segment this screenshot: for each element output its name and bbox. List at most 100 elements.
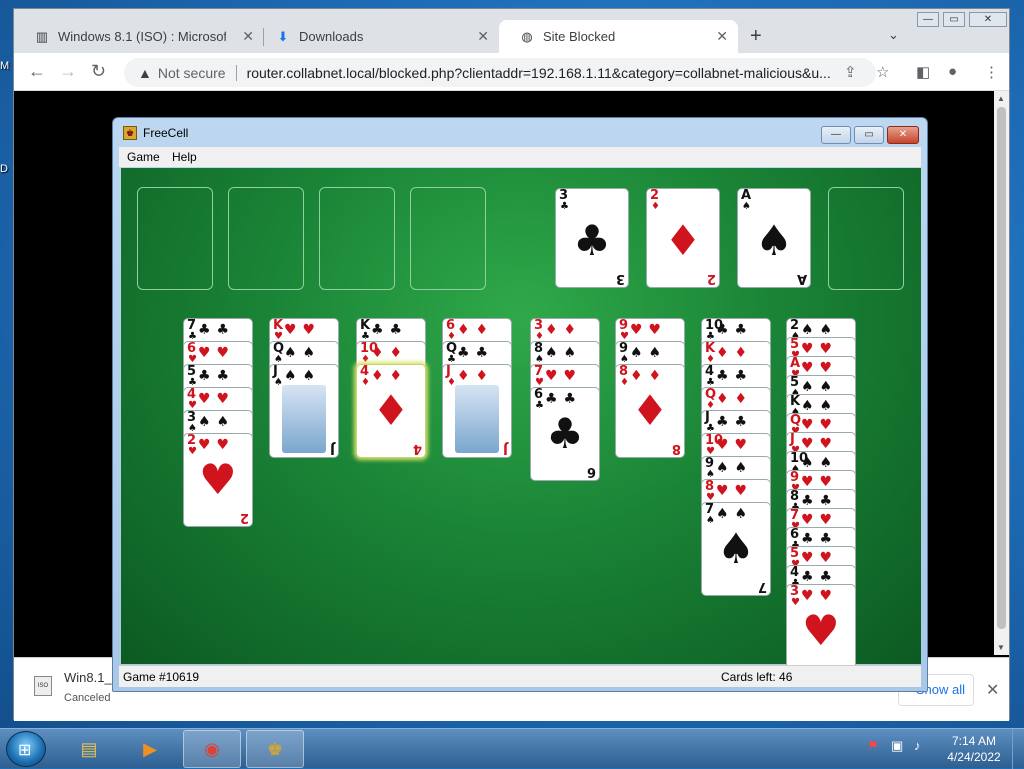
- forward-arrow-icon[interactable]: →: [59, 61, 77, 82]
- card-center-suit-icon: ♣: [573, 216, 611, 265]
- share-icon[interactable]: ⇪: [844, 63, 857, 81]
- close-icon[interactable]: ✕: [716, 28, 728, 45]
- card-center-suit-icon: ♥: [802, 606, 840, 655]
- bookmark-star-icon[interactable]: ☆: [876, 63, 889, 81]
- tab-title: Windows 8.1 (ISO) : Microsoft : Fr: [58, 29, 226, 44]
- close-icon[interactable]: ✕: [242, 28, 254, 45]
- warning-icon: ▲: [138, 64, 152, 81]
- card-center-suit-icon: ♣: [546, 409, 584, 458]
- menu-bar: Game Help: [119, 147, 921, 167]
- explorer-taskbar-button[interactable]: ▤: [60, 730, 118, 768]
- foundation-card[interactable]: 3 ♣ ♣ 3: [555, 188, 629, 288]
- close-icon[interactable]: ✕: [986, 680, 999, 700]
- minimize-button[interactable]: —: [821, 126, 851, 144]
- tab-downloads[interactable]: ⬇ Downloads ✕: [255, 20, 499, 53]
- card-rank-bottom: A: [796, 271, 807, 286]
- foundation-card[interactable]: A ♠ ♠ A: [737, 188, 811, 288]
- tab-strip: ▥ Windows 8.1 (ISO) : Microsoft : Fr ✕ ⬇…: [14, 9, 1009, 53]
- network-icon[interactable]: ▣: [891, 738, 903, 754]
- page-scrollbar[interactable]: ▲ ▼: [994, 91, 1009, 655]
- back-arrow-icon[interactable]: ←: [28, 61, 46, 82]
- tab-site-blocked[interactable]: ◍ Site Blocked ✕: [499, 20, 738, 53]
- playing-card[interactable]: 3♥♥♥♥3: [786, 584, 856, 678]
- playing-card[interactable]: 8 ♦ ♦♦ ♦ 8: [615, 364, 685, 458]
- url-text[interactable]: router.collabnet.local/blocked.php?clien…: [247, 65, 837, 81]
- close-button[interactable]: ✕: [887, 126, 919, 144]
- minimize-button[interactable]: —: [917, 12, 939, 27]
- scroll-up-icon[interactable]: ▲: [997, 94, 1005, 103]
- card-pips: ♣♣: [371, 322, 409, 338]
- menu-dots-icon[interactable]: ⋮: [984, 63, 999, 81]
- profile-avatar-icon[interactable]: ●: [948, 63, 957, 80]
- card-pips: ♦♦: [716, 391, 754, 407]
- card-suit-icon: ♠: [742, 201, 751, 212]
- network-error-icon[interactable]: ⚑: [867, 738, 879, 754]
- card-pips: ♥♥: [716, 483, 754, 499]
- media-player-taskbar-button[interactable]: ▶: [121, 730, 179, 768]
- freecell-taskbar-button[interactable]: ♚: [246, 730, 304, 768]
- maximize-button[interactable]: ▭: [943, 12, 965, 27]
- tab-search-chevron-icon[interactable]: ⌄: [888, 27, 899, 43]
- card-suit-icon: ♥: [188, 446, 197, 457]
- tab-windows-iso[interactable]: ▥ Windows 8.1 (ISO) : Microsoft : Fr ✕: [14, 20, 264, 53]
- card-pips: ♥♥: [284, 322, 322, 338]
- status-bar: Game #10619 Cards left: 46: [119, 665, 921, 687]
- card-rank-bottom: 2: [239, 510, 249, 525]
- card-rank-bottom: J: [503, 441, 508, 456]
- card-center-suit-icon: ♦: [664, 216, 702, 265]
- card-pips: ♠♠: [801, 398, 839, 414]
- free-cell[interactable]: [228, 187, 304, 290]
- foundation-card[interactable]: 2 ♦ ♦ 2: [646, 188, 720, 288]
- playing-card[interactable]: 7 ♠ ♠♠ ♠ 7: [701, 502, 771, 596]
- tab-title: Site Blocked: [543, 29, 616, 44]
- card-pips: ♠♠: [801, 379, 839, 395]
- card-rank-bottom: 3: [615, 271, 625, 286]
- close-window-button[interactable]: ✕: [969, 12, 1007, 27]
- close-icon[interactable]: ✕: [477, 28, 489, 45]
- address-bar[interactable]: ▲ Not secure router.collabnet.local/bloc…: [124, 58, 876, 87]
- playing-card[interactable]: J ♠ ♠♠ J: [269, 364, 339, 458]
- free-cell[interactable]: [410, 187, 486, 290]
- start-button[interactable]: ⊞: [6, 731, 46, 767]
- card-pips: ♣♣: [716, 414, 754, 430]
- scroll-down-icon[interactable]: ▼: [997, 643, 1005, 652]
- playing-card[interactable]: 6 ♣ ♣♣ ♣ 6: [530, 387, 600, 481]
- chrome-taskbar-button[interactable]: ◉: [183, 730, 241, 768]
- card-suit-icon: ♦: [361, 377, 370, 388]
- menu-help[interactable]: Help: [172, 150, 197, 164]
- free-cell[interactable]: [319, 187, 395, 290]
- card-pips: ♠♠: [545, 345, 583, 361]
- card-pips: ♠♠: [801, 322, 839, 338]
- playing-card[interactable]: J ♦ ♦♦ J: [442, 364, 512, 458]
- windows-logo-icon: ⊞: [18, 742, 32, 759]
- free-cell[interactable]: [137, 187, 213, 290]
- folder-icon: ▤: [80, 738, 98, 759]
- game-table: 3 ♣ ♣ 3 2 ♦ ♦ 2 A ♠ ♠ A 7 ♣ ♣♣ 6 ♥ ♥♥ 5 ♣ ♣♣ 4 ♥ ♥♥ 3 ♠ ♠♠ 2 ♥ ♥♥ ♥ 2 K ♥…: [121, 168, 921, 678]
- download-icon: ⬇: [277, 28, 289, 44]
- archive-icon: ▥: [35, 28, 49, 44]
- new-tab-button[interactable]: +: [750, 25, 762, 48]
- freecell-app-icon: ♚: [123, 126, 137, 140]
- system-clock[interactable]: 7:14 AM 4/24/2022: [946, 733, 1002, 765]
- card-pips: ♣♣: [801, 493, 839, 509]
- side-panel-icon[interactable]: ◧: [916, 63, 930, 81]
- desktop-icon-label[interactable]: D: [0, 163, 12, 175]
- card-pips: ♥♥: [801, 588, 839, 604]
- playing-card[interactable]: 4 ♦ ♦♦ ♦ 4: [356, 364, 426, 458]
- scrollbar-thumb[interactable]: [997, 107, 1006, 629]
- desktop-icon-label[interactable]: M: [0, 60, 12, 72]
- maximize-button[interactable]: ▭: [854, 126, 884, 144]
- reload-icon[interactable]: ↻: [91, 61, 106, 82]
- card-pips: ♣♣: [545, 391, 583, 407]
- card-pips: ♠♠: [801, 455, 839, 471]
- show-desktop-button[interactable]: [1012, 729, 1024, 769]
- playing-card[interactable]: 2 ♥ ♥♥ ♥ 2: [183, 433, 253, 527]
- foundation-slot[interactable]: [828, 187, 904, 290]
- tab-title: Downloads: [299, 29, 364, 44]
- card-pips: ♦♦: [545, 322, 583, 338]
- card-pips: ♦♦: [371, 368, 409, 384]
- menu-game[interactable]: Game: [127, 150, 160, 164]
- volume-icon[interactable]: ♪: [914, 738, 921, 753]
- card-rank-bottom: 4: [412, 441, 422, 456]
- chrome-icon: ◉: [204, 738, 220, 759]
